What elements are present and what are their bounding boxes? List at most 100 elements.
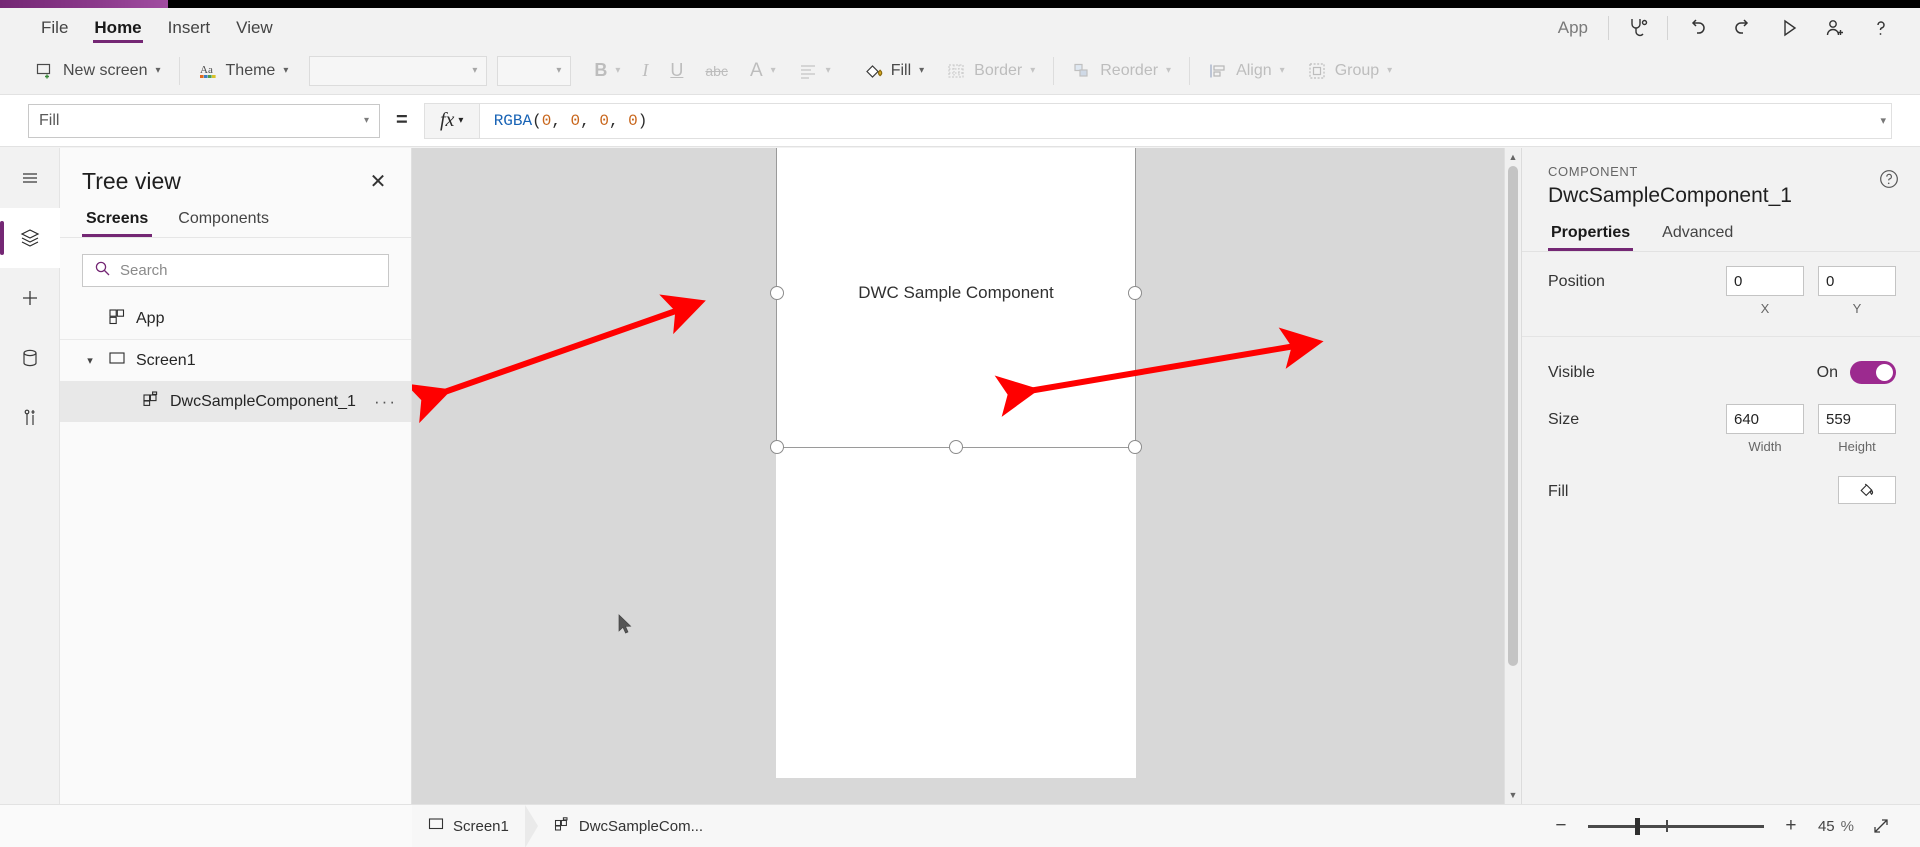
- size-fields: Width Height: [1726, 404, 1896, 454]
- menu-item-file[interactable]: File: [28, 8, 81, 47]
- screen-icon: [428, 816, 444, 836]
- position-x-input[interactable]: [1726, 266, 1804, 296]
- position-y-input[interactable]: [1818, 266, 1896, 296]
- resize-handle-bottom-center[interactable]: [949, 440, 963, 454]
- component-icon: [142, 390, 160, 413]
- app-checker-icon[interactable]: [1615, 10, 1661, 46]
- share-icon[interactable]: [1812, 10, 1858, 46]
- more-options-icon[interactable]: ···: [374, 392, 397, 412]
- zoom-in-button[interactable]: +: [1778, 813, 1804, 839]
- formula-arg-0: 0: [541, 111, 552, 130]
- tab-components[interactable]: Components: [174, 210, 273, 237]
- menu-item-view[interactable]: View: [223, 8, 286, 47]
- chevron-down-icon: ▾: [1166, 65, 1172, 76]
- svg-text:Aa: Aa: [200, 64, 213, 76]
- menu-item-home[interactable]: Home: [81, 8, 154, 47]
- help-icon[interactable]: [1876, 166, 1902, 192]
- zoom-slider[interactable]: [1587, 816, 1764, 836]
- fit-screen-icon[interactable]: [1868, 813, 1894, 839]
- chevron-down-icon: ▾: [458, 115, 464, 126]
- formula-arg-2: 0: [599, 111, 609, 130]
- reorder-button[interactable]: Reorder ▾: [1061, 53, 1182, 89]
- scroll-down-icon[interactable]: ▼: [1505, 786, 1520, 804]
- menu-item-insert[interactable]: Insert: [155, 8, 224, 47]
- breadcrumb-screen1[interactable]: Screen1: [412, 805, 525, 847]
- tree-item-screen1[interactable]: ▾ Screen1: [60, 340, 411, 381]
- close-icon[interactable]: ✕: [363, 166, 393, 196]
- size-height-input[interactable]: [1818, 404, 1896, 434]
- search-field[interactable]: [120, 262, 377, 279]
- resize-handle-middle-left[interactable]: [770, 286, 784, 300]
- border-button[interactable]: Border ▾: [935, 53, 1046, 89]
- left-rail: [0, 148, 60, 804]
- property-label-size: Size: [1548, 411, 1580, 428]
- group-button[interactable]: Group ▾: [1296, 53, 1404, 89]
- tree-view-panel: Tree view ✕ Screens Components Search Ap…: [60, 148, 412, 804]
- new-screen-button[interactable]: New screen ▾: [24, 53, 172, 89]
- canvas-scrollbar[interactable]: ▲ ▼: [1504, 148, 1520, 804]
- tab-properties[interactable]: Properties: [1548, 224, 1634, 251]
- tree-item-app[interactable]: App: [60, 299, 411, 340]
- tab-screens[interactable]: Screens: [82, 210, 153, 237]
- text-align-button[interactable]: ▾: [787, 53, 842, 89]
- group-label: Group: [1334, 61, 1380, 79]
- fill-color-button[interactable]: [1838, 476, 1896, 504]
- size-height-field: Height: [1818, 404, 1896, 454]
- canvas-area[interactable]: DWC Sample Component ▲ ▼: [412, 148, 1520, 804]
- fx-label: fx: [439, 109, 455, 131]
- ribbon-divider: [1053, 56, 1055, 85]
- resize-handle-bottom-left[interactable]: [770, 440, 784, 454]
- selected-component[interactable]: DWC Sample Component: [770, 148, 1142, 454]
- underline-button[interactable]: U: [659, 53, 694, 89]
- formula-input[interactable]: RGBA(0, 0, 0, 0) ▾: [479, 102, 1892, 139]
- insert-icon[interactable]: [0, 268, 60, 328]
- search-icon: [94, 260, 111, 282]
- help-icon[interactable]: [1858, 10, 1904, 46]
- tree-view-header: Tree view ✕: [60, 148, 411, 202]
- italic-button[interactable]: I: [631, 53, 659, 89]
- properties-kicker: COMPONENT: [1548, 164, 1638, 179]
- search-input[interactable]: [82, 254, 389, 287]
- size-height-caption: Height: [1838, 439, 1876, 454]
- redo-icon[interactable]: [1720, 10, 1766, 46]
- data-icon[interactable]: [0, 328, 60, 388]
- strikethrough-button[interactable]: abc: [694, 53, 739, 89]
- property-select[interactable]: Fill ▾: [28, 103, 380, 138]
- chevron-down-icon: ▾: [615, 65, 621, 76]
- fill-button[interactable]: Fill ▾: [852, 53, 935, 89]
- fx-button[interactable]: fx ▾: [423, 102, 480, 139]
- breadcrumb-component[interactable]: DwcSampleCom...: [538, 805, 719, 847]
- scroll-up-icon[interactable]: ▲: [1505, 148, 1520, 166]
- font-size-select[interactable]: ▾: [497, 55, 572, 86]
- theme-button[interactable]: Aa Theme ▾: [187, 53, 300, 89]
- size-width-input[interactable]: [1726, 404, 1804, 434]
- tree-item-label: DwcSampleComponent_1: [170, 392, 356, 410]
- chevron-down-icon: ▾: [155, 65, 161, 76]
- scrollbar-thumb[interactable]: [1508, 166, 1518, 666]
- status-bar-left-spacer: [0, 804, 412, 847]
- chevron-down-icon: ▾: [1387, 65, 1393, 76]
- variables-icon[interactable]: [0, 388, 60, 448]
- font-color-button[interactable]: A ▾: [739, 53, 787, 89]
- resize-handle-bottom-right[interactable]: [1128, 440, 1142, 454]
- tab-advanced[interactable]: Advanced: [1659, 224, 1736, 251]
- resize-handle-middle-right[interactable]: [1128, 286, 1142, 300]
- position-x-caption: X: [1760, 301, 1770, 316]
- chevron-down-icon: ▾: [556, 65, 562, 76]
- visible-toggle[interactable]: [1850, 361, 1896, 384]
- formula-expand-icon[interactable]: ▾: [1880, 114, 1886, 128]
- mouse-cursor: [618, 614, 632, 634]
- font-family-select[interactable]: ▾: [309, 55, 488, 86]
- tree-item-dwcsamplecomponent-1[interactable]: DwcSampleComponent_1 ···: [60, 381, 411, 422]
- slider-track: [1587, 824, 1764, 828]
- hamburger-icon[interactable]: [0, 148, 60, 208]
- chevron-down-icon[interactable]: ▾: [82, 354, 98, 367]
- slider-thumb[interactable]: [1634, 818, 1640, 835]
- bold-button[interactable]: B ▾: [583, 53, 631, 89]
- preview-icon[interactable]: [1766, 10, 1812, 46]
- align-button[interactable]: Align ▾: [1197, 53, 1296, 89]
- tree-view-icon[interactable]: [0, 208, 60, 268]
- zoom-out-button[interactable]: −: [1548, 813, 1574, 839]
- undo-icon[interactable]: [1674, 10, 1720, 46]
- position-y-field: Y: [1818, 266, 1896, 316]
